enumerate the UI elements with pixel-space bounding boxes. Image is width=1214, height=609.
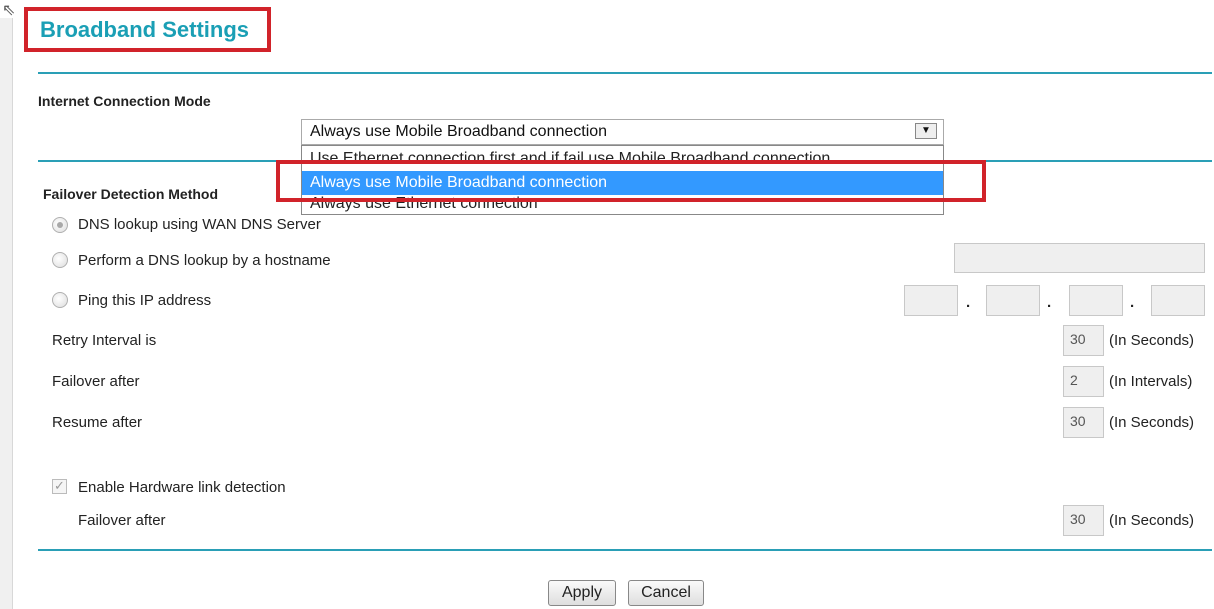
hardware-failover-input[interactable]: 30 [1063, 505, 1104, 536]
failover-after-input[interactable]: 2 [1063, 366, 1104, 397]
hardware-link-checkbox[interactable]: ✓ [52, 479, 67, 494]
failover-after-label: Failover after [52, 373, 140, 390]
radio-dns-wan[interactable] [52, 217, 68, 233]
radio-ping-ip-label: Ping this IP address [78, 292, 212, 309]
left-frame-strip [0, 18, 13, 609]
retry-interval-unit: (In Seconds) [1109, 332, 1195, 349]
ip-octet-4-input[interactable] [1151, 285, 1205, 316]
hardware-failover-unit: (In Seconds) [1109, 512, 1195, 529]
hardware-failover-label: Failover after [78, 512, 166, 529]
cursor-icon: ⇖ [2, 2, 16, 19]
connection-mode-label: Internet Connection Mode [38, 93, 211, 109]
resume-after-input[interactable]: 30 [1063, 407, 1104, 438]
divider-top [38, 72, 1212, 74]
cancel-button[interactable]: Cancel [628, 580, 704, 606]
ip-octet-3-input[interactable] [1069, 285, 1123, 316]
hardware-link-label: Enable Hardware link detection [78, 479, 286, 496]
connection-mode-selected-value: Always use Mobile Broadband connection [310, 123, 608, 140]
retry-interval-input[interactable]: 30 [1063, 325, 1104, 356]
ip-dot-separator: . [1130, 294, 1135, 311]
radio-dns-hostname[interactable] [52, 252, 68, 268]
radio-dns-hostname-label: Perform a DNS lookup by a hostname [78, 252, 331, 269]
ip-octet-1-input[interactable] [904, 285, 958, 316]
resume-after-label: Resume after [52, 414, 143, 431]
resume-after-unit: (In Seconds) [1109, 414, 1195, 431]
apply-button[interactable]: Apply [548, 580, 616, 606]
page-title: Broadband Settings [40, 17, 250, 42]
failover-after-unit: (In Intervals) [1109, 373, 1193, 390]
radio-dns-wan-label: DNS lookup using WAN DNS Server [78, 216, 321, 233]
ip-octet-2-input[interactable] [986, 285, 1040, 316]
radio-ping-ip[interactable] [52, 292, 68, 308]
divider-bottom [38, 549, 1212, 551]
failover-method-label: Failover Detection Method [43, 186, 219, 202]
connection-mode-select[interactable]: Always use Mobile Broadband connection ▼ [301, 119, 944, 145]
chevron-down-icon[interactable]: ▼ [915, 123, 937, 139]
ip-dot-separator: . [1047, 294, 1052, 311]
retry-interval-label: Retry Interval is [52, 332, 157, 349]
option-highlight-box [276, 160, 986, 202]
hostname-input[interactable] [954, 243, 1205, 273]
ip-dot-separator: . [966, 294, 971, 311]
